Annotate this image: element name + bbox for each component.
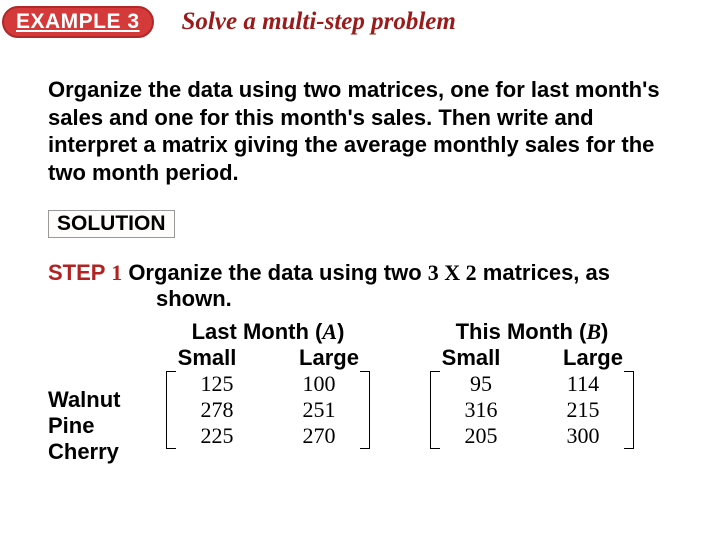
cell: 100 bbox=[268, 371, 370, 397]
cell: 95 bbox=[430, 371, 532, 397]
matrix-a-col-large: 100 251 270 bbox=[268, 371, 370, 449]
problem-statement: Organize the data using two matrices, on… bbox=[48, 76, 672, 186]
cell: 300 bbox=[532, 423, 634, 449]
matrix-b-body: 95 316 205 114 215 300 bbox=[430, 371, 634, 449]
row-label: Pine bbox=[48, 413, 146, 439]
cell: 225 bbox=[166, 423, 268, 449]
step-label: STEP bbox=[48, 260, 105, 285]
step-number: 1 bbox=[111, 260, 122, 285]
col-head: Small bbox=[410, 345, 532, 371]
matrix-a-title-suffix: ) bbox=[337, 319, 344, 344]
cell: 270 bbox=[268, 423, 370, 449]
cell: 251 bbox=[268, 397, 370, 423]
matrix-b-letter: B bbox=[586, 319, 601, 344]
col-head: Large bbox=[268, 345, 390, 371]
example-badge: EXAMPLE 3 bbox=[2, 6, 154, 38]
matrix-b-col-small: 95 316 205 bbox=[430, 371, 532, 449]
col-head: Large bbox=[532, 345, 654, 371]
cell: 215 bbox=[532, 397, 634, 423]
matrix-b-title-suffix: ) bbox=[601, 319, 608, 344]
matrix-b-title: This Month (B) bbox=[410, 319, 654, 345]
col-head: Small bbox=[146, 345, 268, 371]
matrix-b-title-prefix: This Month ( bbox=[456, 319, 587, 344]
step-text-c: shown. bbox=[48, 286, 672, 312]
matrix-b-col-heads: Small Large bbox=[410, 345, 654, 371]
matrix-a: Last Month (A) Small Large 125 278 bbox=[146, 319, 390, 465]
cell: 278 bbox=[166, 397, 268, 423]
matrix-a-title-prefix: Last Month ( bbox=[192, 319, 323, 344]
matrix-b: This Month (B) Small Large 95 316 bbox=[410, 319, 654, 465]
matrix-a-letter: A bbox=[322, 319, 337, 344]
step-text-b: matrices, as bbox=[477, 260, 610, 285]
step-1: STEP 1 Organize the data using two 3 X 2… bbox=[48, 260, 672, 465]
cell: 125 bbox=[166, 371, 268, 397]
matrix-a-title: Last Month (A) bbox=[146, 319, 390, 345]
matrix-a-body: 125 278 225 100 251 270 bbox=[166, 371, 370, 449]
solution-label: SOLUTION bbox=[48, 210, 175, 238]
cell: 114 bbox=[532, 371, 634, 397]
matrix-a-col-small: 125 278 225 bbox=[166, 371, 268, 449]
row-label: Walnut bbox=[48, 387, 146, 413]
cell: 205 bbox=[430, 423, 532, 449]
matrices: Walnut Pine Cherry Last Month (A) Small … bbox=[48, 319, 672, 465]
page-title: Solve a multi-step problem bbox=[182, 8, 456, 36]
header: EXAMPLE 3 Solve a multi-step problem bbox=[0, 0, 720, 38]
step-text-a: Organize the data using two bbox=[128, 260, 427, 285]
cell: 316 bbox=[430, 397, 532, 423]
matrix-dimensions: 3 X 2 bbox=[428, 260, 477, 285]
step-heading: STEP 1 Organize the data using two 3 X 2… bbox=[48, 260, 672, 286]
row-label: Cherry bbox=[48, 439, 146, 465]
matrix-b-col-large: 114 215 300 bbox=[532, 371, 634, 449]
matrix-a-col-heads: Small Large bbox=[146, 345, 390, 371]
row-labels: Walnut Pine Cherry bbox=[48, 319, 146, 465]
content-body: Organize the data using two matrices, on… bbox=[0, 76, 720, 465]
